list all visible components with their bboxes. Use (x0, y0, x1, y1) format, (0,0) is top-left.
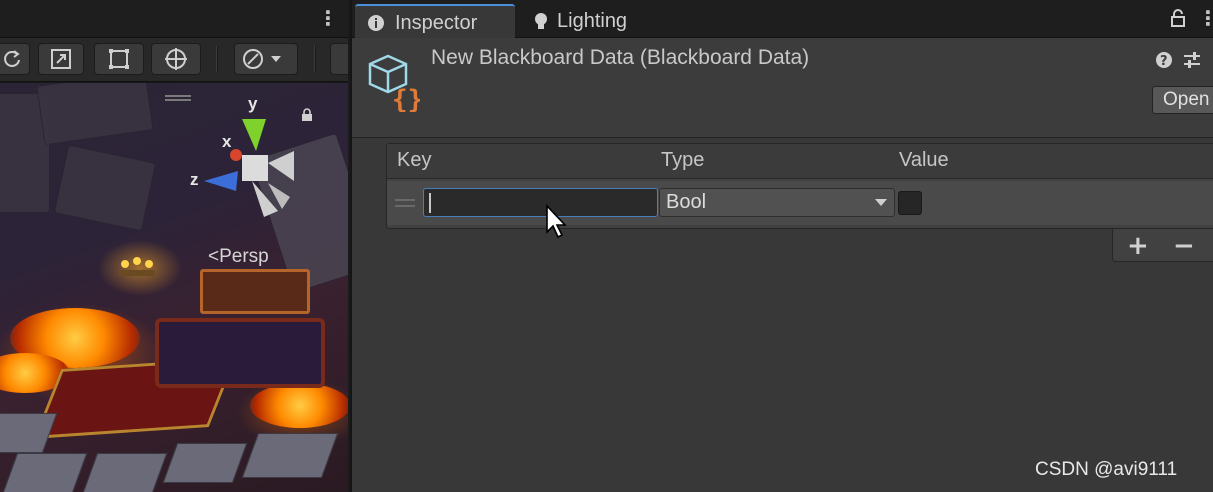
persp-label: Persp (219, 246, 269, 267)
key-input[interactable] (423, 188, 658, 217)
gizmo-dropdown-button[interactable] (234, 43, 298, 75)
gizmo-y-axis[interactable] (242, 119, 266, 151)
lock-icon[interactable] (300, 108, 314, 122)
floor-tile (0, 413, 58, 453)
info-icon (368, 15, 384, 31)
inspector-more-options-icon[interactable]: ⋮ (1198, 8, 1213, 28)
blackboard-asset-icon: {} (368, 54, 420, 112)
bulb-icon (535, 13, 547, 29)
lava-pool (250, 383, 348, 428)
gizmo-z-axis[interactable] (204, 171, 238, 191)
blackboard-entry-list: Key Type Value Bool (386, 143, 1213, 229)
scene-toolbar (0, 38, 348, 82)
gizmo-dropdown-icon (243, 49, 281, 69)
text-caret (429, 193, 431, 213)
scene-more-options-icon[interactable]: ⋮ (318, 8, 338, 30)
list-item[interactable]: Bool (387, 181, 1213, 225)
gizmo-y-label: y (248, 94, 258, 113)
toolbar-separator (314, 46, 316, 72)
tab-inspector-label: Inspector (395, 12, 478, 34)
projection-toggle[interactable]: <Persp (208, 246, 269, 268)
list-header: Key Type Value (387, 144, 1213, 179)
candle-icon (119, 257, 155, 276)
column-key-header: Key (397, 149, 432, 171)
asset-title: New Blackboard Data (Blackboard Data) (431, 46, 810, 69)
remove-entry-button[interactable]: − (1173, 231, 1195, 261)
tab-inspector[interactable]: Inspector (355, 4, 515, 38)
dungeon-wall (36, 83, 154, 146)
tab-bar: Inspector Lighting ⋮ (352, 0, 1213, 38)
transform-tool-icon (165, 48, 187, 70)
rotate-icon (4, 50, 20, 67)
column-type-header: Type (661, 149, 705, 171)
dungeon-wall (53, 144, 157, 232)
scene-toolbar-overflow-button[interactable] (330, 43, 348, 75)
scene-viewport[interactable]: y x z <Persp (0, 83, 348, 492)
gizmo-neg-y-cone[interactable] (252, 181, 278, 217)
add-entry-button[interactable]: + (1127, 231, 1149, 261)
orientation-gizmo-icon[interactable]: y x z (190, 93, 310, 218)
watermark: CSDN @avi9111 (1035, 459, 1178, 480)
persp-chevron-icon: < (208, 246, 220, 267)
dungeon-bed-headboard (200, 269, 310, 314)
value-checkbox[interactable] (898, 191, 922, 215)
mouse-cursor-icon (546, 204, 567, 239)
inspector-window: Inspector Lighting ⋮ {} New Blackboard D… (350, 0, 1213, 492)
presets-icon[interactable] (1182, 50, 1202, 70)
open-button[interactable]: Open (1152, 86, 1213, 114)
row-drag-handle-icon[interactable] (395, 199, 415, 207)
rect-tool-button[interactable] (94, 43, 144, 75)
inspector-lock-icon[interactable] (1170, 9, 1186, 27)
scene-view-panel[interactable]: ⋮ y x z <Persp (0, 0, 348, 492)
dungeon-bed (155, 318, 325, 388)
rotate-tool-button[interactable] (0, 43, 30, 75)
gizmo-z-label: z (190, 170, 199, 189)
svg-text:?: ? (1160, 54, 1168, 69)
list-footer: + − (1112, 229, 1213, 262)
gizmo-drag-handle[interactable] (165, 95, 191, 101)
gizmo-x-axis[interactable] (230, 149, 242, 161)
transform-tool-button[interactable] (151, 43, 201, 75)
gizmo-x-label: x (222, 132, 232, 151)
floor-tile (162, 443, 248, 483)
gizmo-neg-x-cone[interactable] (268, 151, 294, 181)
gizmo-center-cube[interactable] (242, 155, 268, 181)
type-dropdown[interactable]: Bool (659, 188, 895, 217)
scene-tab-header: ⋮ (0, 0, 348, 38)
type-dropdown-value: Bool (666, 191, 707, 213)
floor-tile (82, 453, 168, 492)
toolbar-separator (216, 46, 218, 72)
help-icon[interactable]: ? (1155, 51, 1173, 69)
floor-tile (241, 433, 339, 478)
tab-lighting-label: Lighting (557, 10, 628, 32)
scale-tool-button[interactable] (38, 43, 84, 75)
scale-icon (51, 49, 71, 69)
asset-header: {} New Blackboard Data (Blackboard Data)… (352, 38, 1213, 138)
floor-tile (2, 453, 88, 492)
rect-tool-icon (109, 49, 129, 69)
tab-lighting[interactable]: Lighting (524, 4, 674, 38)
dropdown-arrow-icon (875, 199, 887, 206)
column-value-header: Value (899, 149, 949, 171)
svg-text:{}: {} (392, 85, 420, 112)
